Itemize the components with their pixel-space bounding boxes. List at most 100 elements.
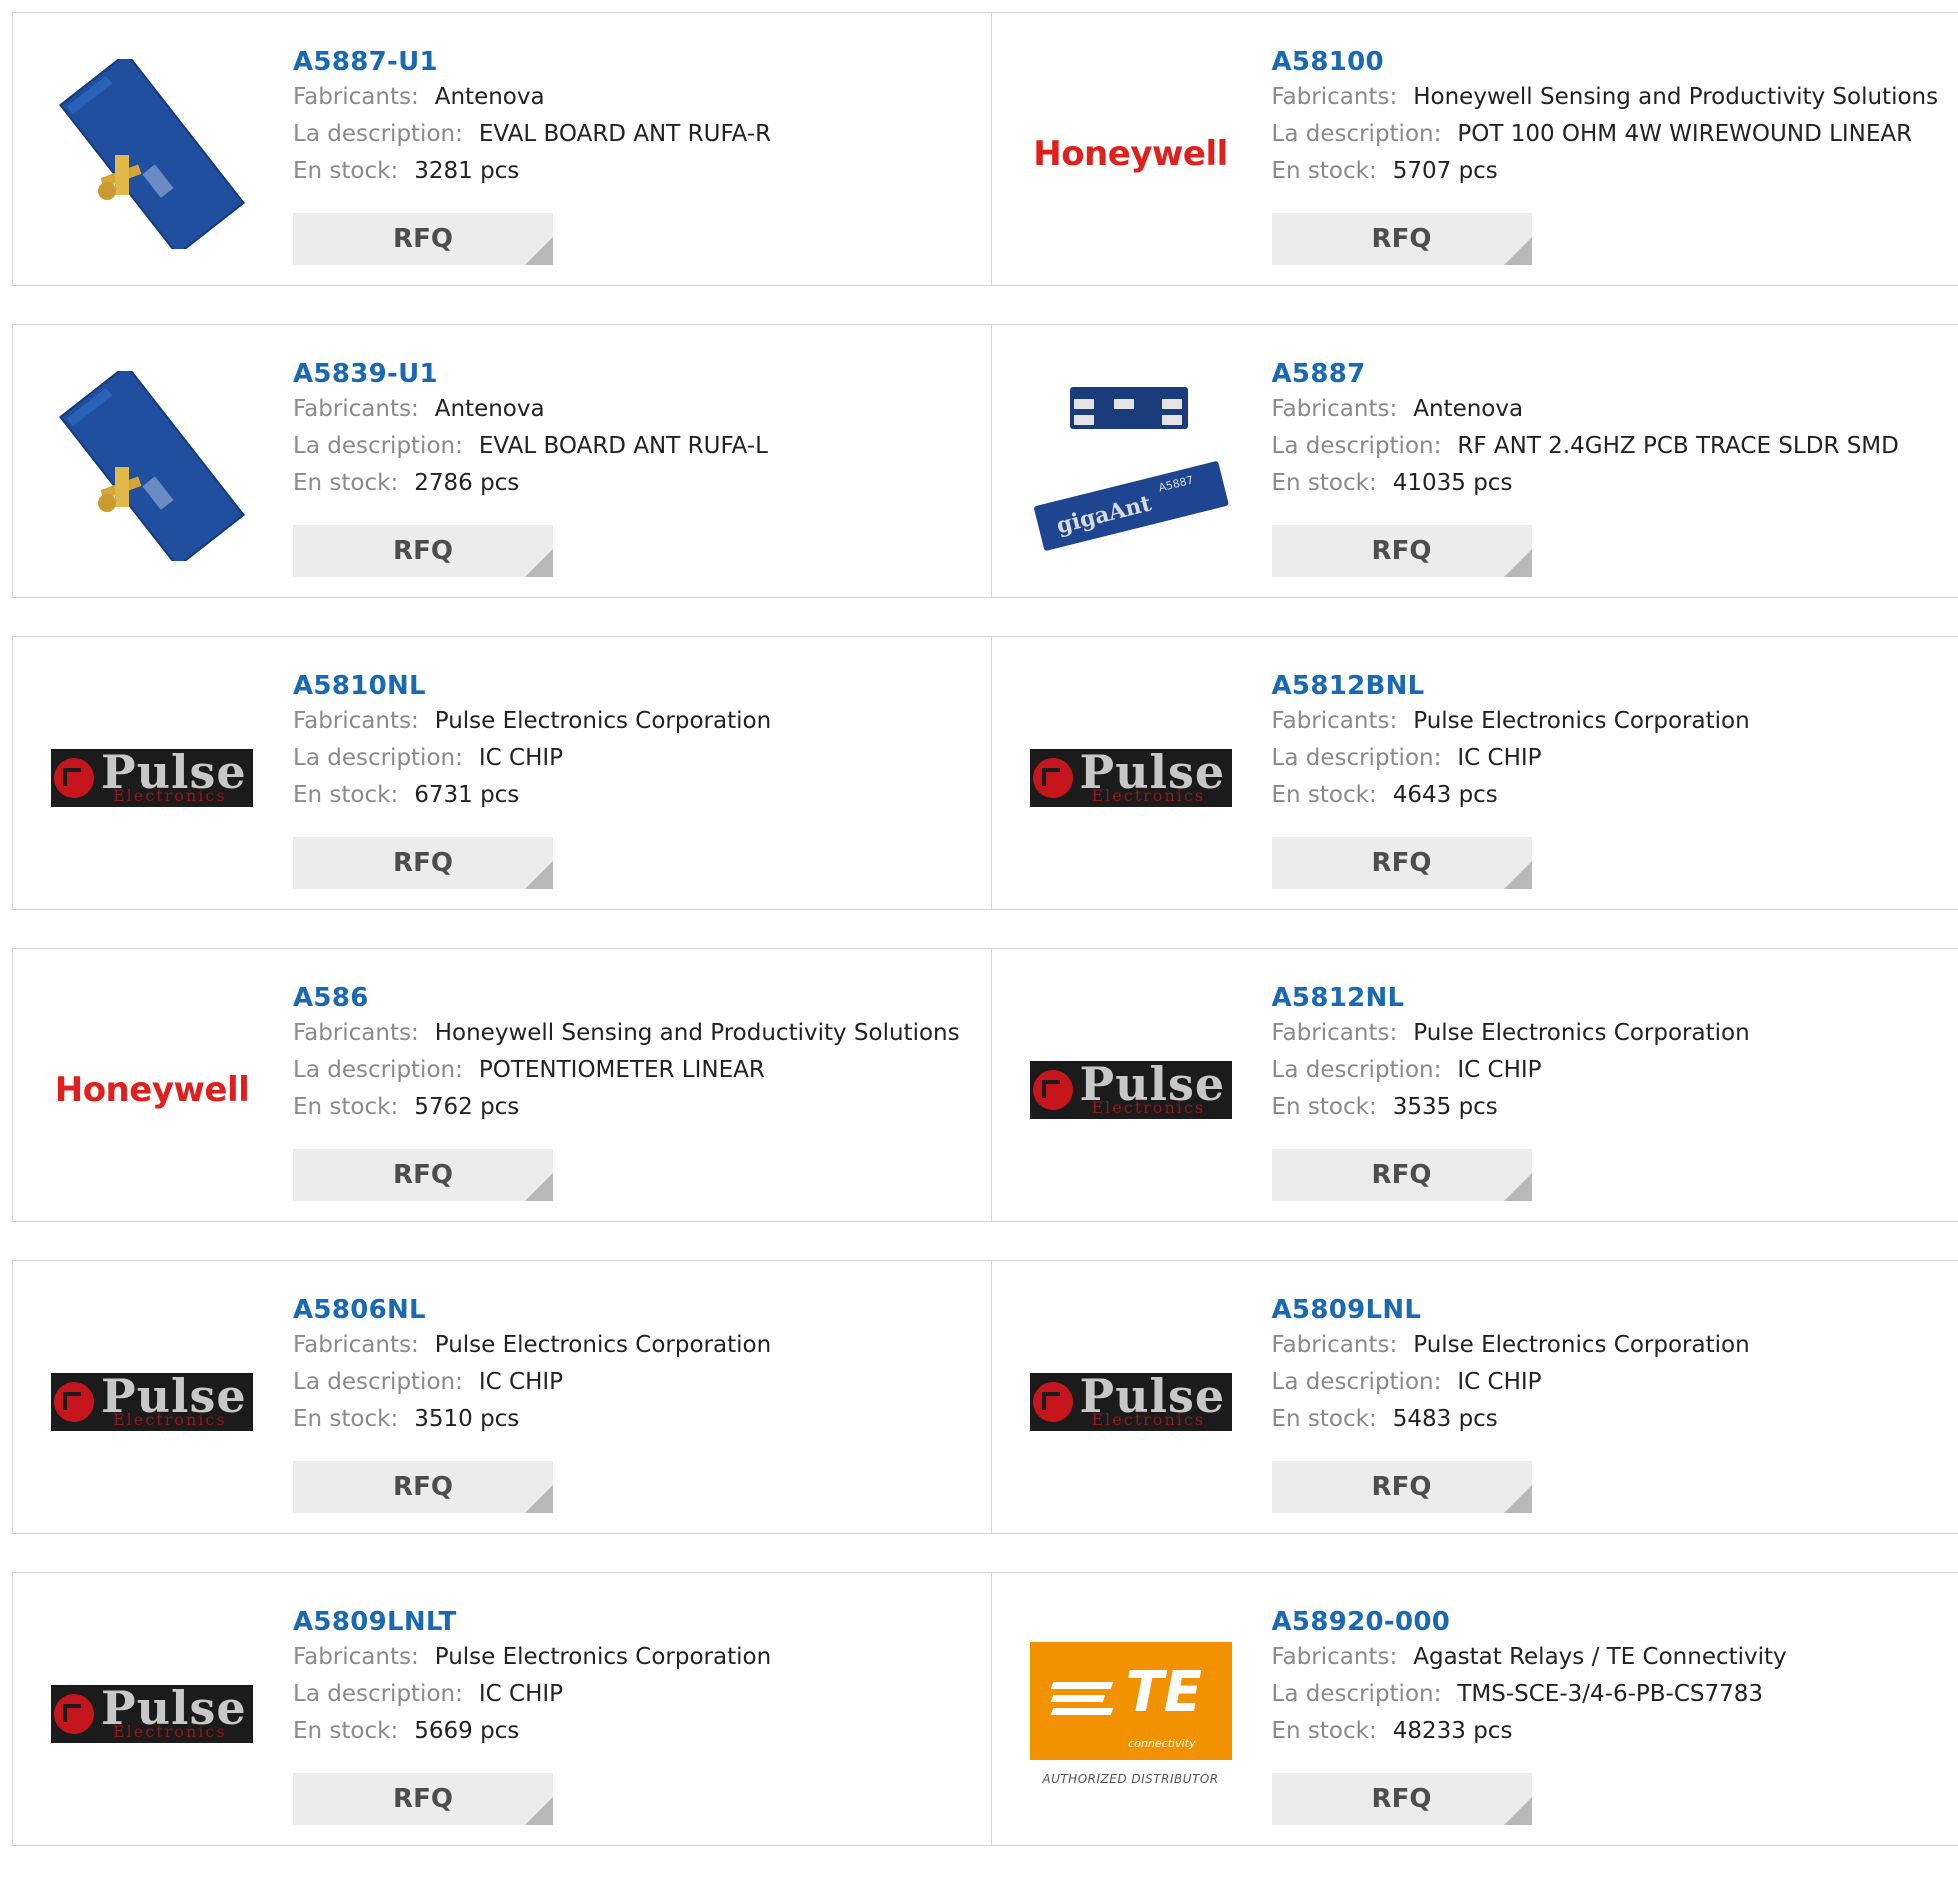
description-value: RF ANT 2.4GHZ PCB TRACE SLDR SMD [1457, 433, 1899, 459]
description-line: La description:TMS-SCE-3/4-6-PB-CS7783 [1272, 1676, 1949, 1713]
rfq-button[interactable]: RFQ [293, 837, 553, 889]
part-number-link[interactable]: A5810NL [293, 669, 426, 703]
product-card: A5839-U1 Fabricants:Antenova La descript… [13, 325, 991, 597]
product-info: A5887-U1 Fabricants:Antenova La descript… [293, 45, 981, 190]
rfq-button[interactable]: RFQ [293, 1773, 553, 1825]
authorized-distributor-caption: AUTHORIZED DISTRIBUTOR [1042, 1772, 1218, 1786]
manufacturer-label: Fabricants: [293, 708, 419, 734]
product-info: A5887 Fabricants:Antenova La description… [1272, 357, 1949, 502]
corner-fold-icon [1504, 237, 1532, 265]
manufacturer-label: Fabricants: [1272, 396, 1398, 422]
product-thumbnail[interactable]: PulseElectronics [51, 1613, 253, 1815]
te-stripes-icon [1052, 1682, 1112, 1721]
product-info: A5810NL Fabricants:Pulse Electronics Cor… [293, 669, 981, 814]
product-thumbnail[interactable]: Honeywell [51, 989, 253, 1191]
description-line: La description:IC CHIP [1272, 1364, 1949, 1401]
part-number-link[interactable]: A5839-U1 [293, 357, 438, 391]
part-number-link[interactable]: A58100 [1272, 45, 1384, 79]
manufacturer-line: Fabricants:Antenova [293, 391, 981, 428]
manufacturer-line: Fabricants:Antenova [1272, 391, 1949, 428]
eval-board-image [57, 59, 247, 249]
product-row: PulseElectronics A5806NL Fabricants:Puls… [12, 1260, 1958, 1534]
product-thumbnail[interactable]: TEconnectivityAUTHORIZED DISTRIBUTOR [1030, 1613, 1232, 1815]
rfq-button[interactable]: RFQ [1272, 213, 1532, 265]
manufacturer-value: Honeywell Sensing and Productivity Solut… [1413, 84, 1938, 110]
product-thumbnail[interactable]: PulseElectronics [51, 1301, 253, 1503]
part-number-link[interactable]: A5812NL [1272, 981, 1405, 1015]
product-thumbnail[interactable]: gigaAntA5887 [1030, 365, 1232, 567]
product-info: A5809LNLT Fabricants:Pulse Electronics C… [293, 1605, 981, 1750]
product-card: Honeywell A586 Fabricants:Honeywell Sens… [13, 949, 991, 1221]
product-row: PulseElectronics A5810NL Fabricants:Puls… [12, 636, 1958, 910]
rfq-button[interactable]: RFQ [1272, 1149, 1532, 1201]
pulse-electronics-logo: PulseElectronics [1030, 749, 1232, 807]
honeywell-logo: Honeywell [1033, 134, 1228, 174]
rfq-label: RFQ [1372, 848, 1432, 878]
description-label: La description: [293, 433, 463, 459]
rfq-button[interactable]: RFQ [1272, 1461, 1532, 1513]
rfq-button[interactable]: RFQ [1272, 837, 1532, 889]
product-thumbnail[interactable]: PulseElectronics [1030, 989, 1232, 1191]
pulse-mark-icon [1033, 1070, 1073, 1110]
product-card: PulseElectronics A5810NL Fabricants:Puls… [13, 637, 991, 909]
stock-line: En stock:5483 pcs [1272, 1401, 1949, 1438]
manufacturer-value: Pulse Electronics Corporation [1413, 1332, 1749, 1358]
part-number-link[interactable]: A5812BNL [1272, 669, 1425, 703]
stock-line: En stock:3510 pcs [293, 1401, 981, 1438]
stock-label: En stock: [1272, 782, 1377, 808]
te-logo-letters: TE [1126, 1660, 1202, 1725]
part-number-link[interactable]: A5806NL [293, 1293, 426, 1327]
corner-fold-icon [1504, 1485, 1532, 1513]
manufacturer-line: Fabricants:Pulse Electronics Corporation [1272, 703, 1949, 740]
pulse-mark-icon [1033, 1382, 1073, 1422]
product-thumbnail[interactable]: PulseElectronics [51, 677, 253, 879]
product-thumbnail[interactable]: Honeywell [1030, 53, 1232, 255]
rfq-button[interactable]: RFQ [293, 1461, 553, 1513]
rfq-button[interactable]: RFQ [293, 213, 553, 265]
manufacturer-value: Pulse Electronics Corporation [435, 1332, 771, 1358]
stock-line: En stock:3281 pcs [293, 153, 981, 190]
description-value: IC CHIP [1457, 1057, 1541, 1083]
stock-value: 5669 pcs [414, 1718, 519, 1744]
product-thumbnail[interactable] [51, 365, 253, 567]
manufacturer-label: Fabricants: [293, 396, 419, 422]
stock-label: En stock: [293, 1094, 398, 1120]
description-label: La description: [293, 1681, 463, 1707]
part-number-link[interactable]: A5809LNLT [293, 1605, 457, 1639]
manufacturer-label: Fabricants: [1272, 84, 1398, 110]
pulse-logo-sub: Electronics [1092, 1098, 1206, 1117]
manufacturer-line: Fabricants: Honeywell Sensing and Product… [1272, 79, 1949, 116]
corner-fold-icon [525, 237, 553, 265]
part-number-link[interactable]: A5887 [1272, 357, 1366, 391]
product-thumbnail[interactable]: PulseElectronics [1030, 1301, 1232, 1503]
eval-board-image [57, 371, 247, 561]
product-info: A5812NL Fabricants:Pulse Electronics Cor… [1272, 981, 1949, 1126]
product-thumbnail[interactable]: PulseElectronics [1030, 677, 1232, 879]
stock-value: 6731 pcs [414, 782, 519, 808]
manufacturer-label: Fabricants: [1272, 1020, 1398, 1046]
description-line: La description:EVAL BOARD ANT RUFA-R [293, 116, 981, 153]
manufacturer-line: Fabricants:Pulse Electronics Corporation [293, 1639, 981, 1676]
rfq-button[interactable]: RFQ [1272, 525, 1532, 577]
product-thumbnail[interactable] [51, 53, 253, 255]
product-card: A5887-U1 Fabricants:Antenova La descript… [13, 13, 991, 285]
part-number-link[interactable]: A5809LNL [1272, 1293, 1422, 1327]
product-card: PulseElectronics A5809LNL Fabricants:Pul… [991, 1261, 1958, 1533]
part-number-link[interactable]: A586 [293, 981, 369, 1015]
rfq-label: RFQ [393, 1784, 453, 1814]
product-row: A5839-U1 Fabricants:Antenova La descript… [12, 324, 1958, 598]
rfq-button[interactable]: RFQ [293, 525, 553, 577]
stock-line: En stock:41035 pcs [1272, 465, 1949, 502]
part-number-link[interactable]: A58920-000 [1272, 1605, 1451, 1639]
rfq-button[interactable]: RFQ [293, 1149, 553, 1201]
manufacturer-line: Fabricants:Pulse Electronics Corporation [1272, 1015, 1949, 1052]
stock-label: En stock: [293, 470, 398, 496]
description-line: La description:POT 100 OHM 4W WIREWOUND … [1272, 116, 1949, 153]
description-line: La description:POTENTIOMETER LINEAR [293, 1052, 981, 1089]
description-label: La description: [1272, 1681, 1442, 1707]
description-value: IC CHIP [479, 745, 563, 771]
stock-line: En stock:48233 pcs [1272, 1713, 1949, 1750]
rfq-button[interactable]: RFQ [1272, 1773, 1532, 1825]
part-number-link[interactable]: A5887-U1 [293, 45, 438, 79]
pulse-mark-icon [1033, 758, 1073, 798]
